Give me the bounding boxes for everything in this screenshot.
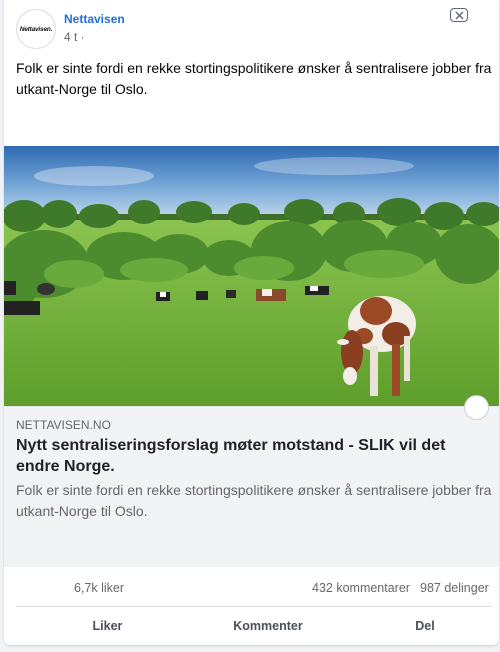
link-preview[interactable]: NETTAVISEN.NO Nytt sentraliseringsforsla…: [4, 395, 499, 567]
share-button[interactable]: Del: [334, 607, 499, 645]
reaction-stats: 6,7k liker 432 kommentarer 987 delinger: [4, 567, 499, 607]
post-text: Folk er sinte fordi en rekke stortingspo…: [16, 60, 492, 97]
page-name-link[interactable]: Nettavisen: [64, 12, 125, 26]
link-title[interactable]: Nytt sentraliseringsforslag møter motsta…: [16, 435, 486, 477]
link-description: Folk er sinte fordi en rekke stortingspo…: [16, 482, 492, 519]
link-domain: NETTAVISEN.NO: [16, 418, 111, 432]
link-preview-image[interactable]: [4, 146, 499, 406]
action-bar: Liker Kommenter Del: [4, 607, 499, 645]
shares-count[interactable]: 987 delinger: [420, 581, 489, 595]
comments-count[interactable]: 432 kommentarer: [312, 581, 410, 595]
close-button[interactable]: [450, 8, 468, 22]
like-button[interactable]: Liker: [16, 607, 199, 645]
post-card: Nettavisen. Nettavisen 4 t · Folk er sin…: [4, 0, 499, 645]
post-timestamp[interactable]: 4 t ·: [64, 30, 85, 44]
likes-count[interactable]: 6,7k liker: [74, 581, 124, 595]
page-avatar[interactable]: Nettavisen.: [16, 9, 56, 49]
avatar-logo-text: Nettavisen.: [19, 25, 53, 33]
close-icon: [455, 11, 463, 19]
circle-options-icon[interactable]: [464, 395, 489, 420]
